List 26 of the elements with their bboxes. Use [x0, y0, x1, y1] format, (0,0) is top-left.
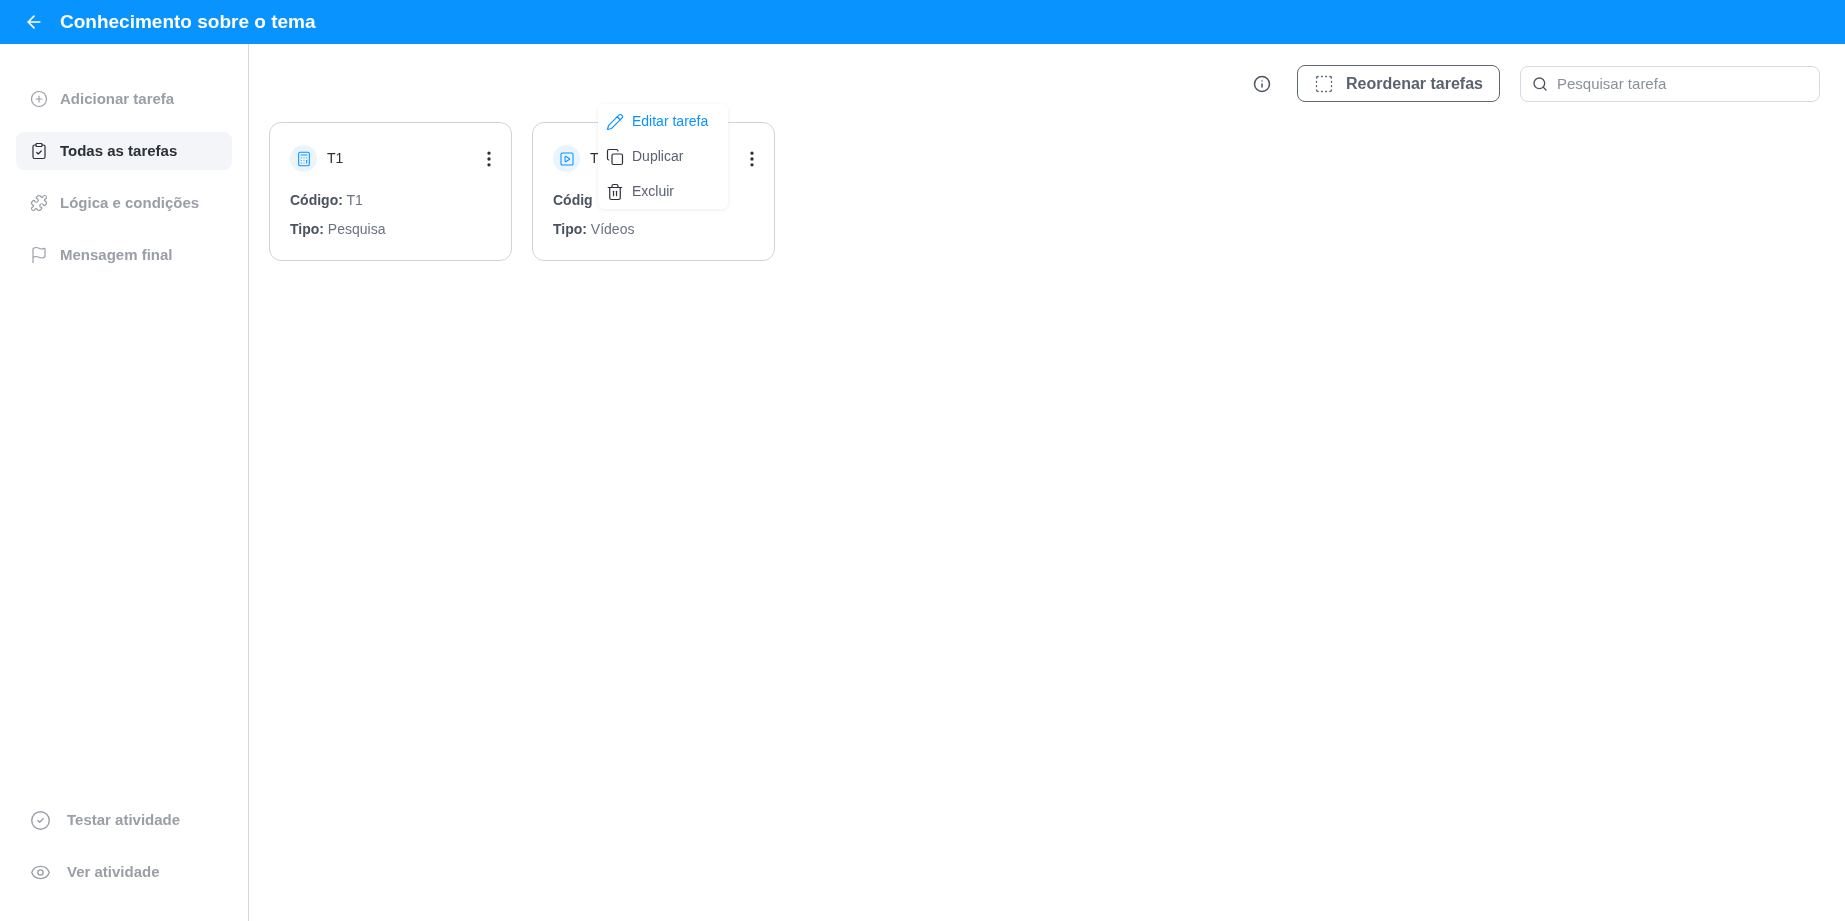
- copy-icon: [606, 147, 624, 166]
- play-icon: [558, 150, 575, 167]
- reorder-icon: [1314, 73, 1335, 94]
- menu-item[interactable]: Duplicar: [598, 139, 728, 174]
- search-icon: [1532, 75, 1548, 92]
- calculator-icon: [295, 150, 312, 167]
- task-title: T: [590, 149, 599, 168]
- page-title: Conhecimento sobre o tema: [60, 9, 316, 34]
- sidebar-item[interactable]: Todas as tarefas: [16, 132, 232, 170]
- menu-item[interactable]: Excluir: [598, 174, 728, 209]
- reorder-button[interactable]: Reordenar tarefas: [1297, 65, 1500, 102]
- task-code: Códig: [553, 191, 593, 210]
- trash-icon: [606, 182, 624, 201]
- task-card[interactable]: T1 Código: T1 Tipo: Pesquisa: [269, 122, 512, 261]
- task-type: Tipo: Pesquisa: [290, 220, 386, 239]
- plus-circle-icon: [30, 90, 48, 108]
- info-icon[interactable]: [1253, 74, 1272, 93]
- task-type: Tipo: Vídeos: [553, 220, 635, 239]
- flag-icon: [30, 246, 48, 264]
- search-field[interactable]: Pesquisar tarefa: [1520, 65, 1820, 102]
- puzzle-icon: [30, 194, 48, 212]
- check-circle-icon: [30, 809, 51, 831]
- task-code: Código: T1: [290, 191, 363, 210]
- task-title: T1: [327, 149, 344, 168]
- pencil-icon: [606, 112, 624, 131]
- clipboard-icon: [30, 142, 48, 160]
